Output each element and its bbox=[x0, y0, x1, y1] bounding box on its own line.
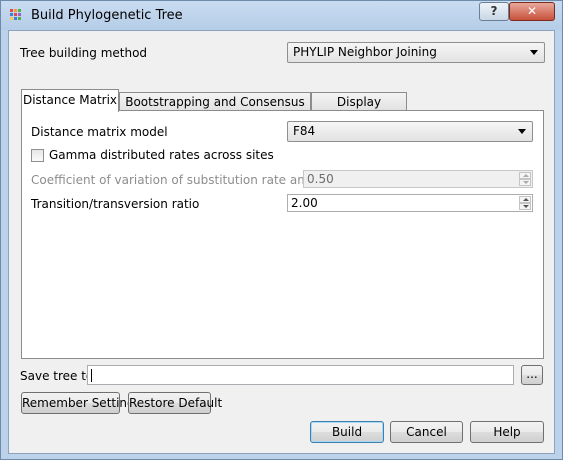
app-icon bbox=[10, 9, 22, 21]
save-tree-input[interactable] bbox=[87, 365, 514, 385]
ratio-spinbox[interactable]: 2.00 bbox=[287, 194, 533, 212]
cancel-button[interactable]: Cancel bbox=[390, 421, 463, 443]
help-button[interactable]: Help bbox=[470, 421, 544, 443]
tree-method-value: PHYLIP Neighbor Joining bbox=[293, 45, 437, 59]
distance-model-label: Distance matrix model bbox=[31, 125, 168, 139]
tab-distance-matrix[interactable]: Distance Matrix bbox=[21, 89, 119, 112]
tree-method-select[interactable]: PHYLIP Neighbor Joining bbox=[287, 42, 545, 63]
build-button[interactable]: Build bbox=[310, 421, 384, 443]
chevron-down-icon bbox=[530, 50, 538, 55]
restore-default-button[interactable]: Restore Default bbox=[128, 392, 222, 414]
gamma-label: Gamma distributed rates across sites bbox=[49, 148, 274, 162]
dialog-body: Tree building method PHYLIP Neighbor Joi… bbox=[8, 30, 555, 454]
browse-button[interactable]: ... bbox=[521, 365, 543, 385]
text-caret bbox=[91, 369, 92, 382]
spin-up-icon bbox=[519, 172, 531, 179]
ratio-label: Transition/transversion ratio bbox=[31, 197, 200, 211]
coefficient-value: 0.50 bbox=[307, 172, 334, 186]
tab-display-options[interactable]: Display Options bbox=[311, 92, 407, 127]
chevron-down-icon bbox=[518, 129, 526, 134]
title-help-button[interactable]: ? bbox=[479, 2, 509, 21]
spin-up-icon[interactable] bbox=[519, 196, 531, 203]
spin-down-icon[interactable] bbox=[519, 203, 531, 210]
title-bar: Build Phylogenetic Tree ? ✕ bbox=[1, 1, 562, 30]
window-title: Build Phylogenetic Tree bbox=[31, 8, 183, 23]
ratio-value: 2.00 bbox=[291, 196, 318, 210]
gamma-checkbox[interactable] bbox=[31, 149, 44, 162]
dialog-window: Build Phylogenetic Tree ? ✕ Tree buildin… bbox=[0, 0, 563, 460]
distance-model-select[interactable]: F84 bbox=[287, 121, 533, 142]
spin-down-icon bbox=[519, 179, 531, 186]
coefficient-spinbox: 0.50 bbox=[303, 170, 533, 188]
tab-bootstrapping[interactable]: Bootstrapping and Consensus Tree bbox=[119, 92, 311, 127]
save-tree-label: Save tree to bbox=[20, 369, 94, 383]
distance-matrix-panel: Distance matrix model F84 Gamma distribu… bbox=[21, 110, 544, 359]
distance-model-value: F84 bbox=[293, 124, 316, 138]
close-button[interactable]: ✕ bbox=[509, 2, 555, 21]
tree-method-label: Tree building method bbox=[20, 46, 148, 60]
remember-settings-button[interactable]: Remember Settings bbox=[21, 392, 141, 414]
